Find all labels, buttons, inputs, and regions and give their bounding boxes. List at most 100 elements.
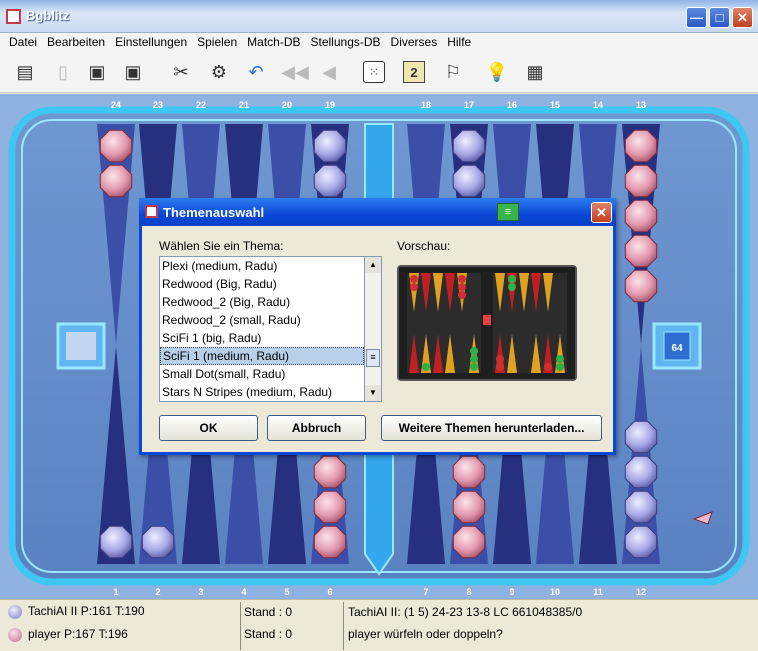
- blue-checker[interactable]: [99, 525, 133, 559]
- menu-match-db[interactable]: Match-DB: [242, 33, 305, 53]
- hint-bulb-icon[interactable]: 💡: [484, 59, 510, 85]
- blue-checker[interactable]: [624, 525, 658, 559]
- menu-einstellungen[interactable]: Einstellungen: [110, 33, 192, 53]
- point-number: 22: [196, 100, 206, 110]
- menu-stellungs-db[interactable]: Stellungs-DB: [306, 33, 386, 53]
- minimize-button[interactable]: —: [686, 7, 707, 28]
- dialog-close-button[interactable]: ✕: [591, 202, 612, 223]
- back-icon[interactable]: ◀: [316, 59, 342, 85]
- theme-list-scrollbar[interactable]: ▲ ≡ ▼: [365, 256, 382, 402]
- save-icon[interactable]: ▣: [84, 59, 110, 85]
- theme-indicator-icon: ≡: [497, 203, 519, 221]
- theme-dialog: Themenauswahl ≡ ✕ Wählen Sie ein Thema: …: [139, 198, 616, 455]
- point-number: 10: [550, 587, 560, 597]
- pink-checker[interactable]: [624, 269, 658, 303]
- point-number: 17: [464, 100, 474, 110]
- pink-checker[interactable]: [624, 199, 658, 233]
- menu-spielen[interactable]: Spielen: [192, 33, 242, 53]
- maximize-button[interactable]: □: [709, 7, 730, 28]
- point-number: 12: [636, 587, 646, 597]
- pink-checker[interactable]: [624, 129, 658, 163]
- theme-list[interactable]: Plexi (medium, Radu) Redwood (Big, Radu)…: [159, 256, 365, 402]
- point-number: 11: [593, 587, 603, 597]
- point-number: 24: [111, 100, 121, 110]
- point-number: 18: [421, 100, 431, 110]
- close-button[interactable]: ✕: [732, 7, 753, 28]
- pink-checker[interactable]: [99, 164, 133, 198]
- theme-preview-image: [397, 265, 577, 381]
- prompt-info: player würfeln oder doppeln?: [348, 627, 503, 641]
- point-number: 4: [241, 587, 246, 597]
- point-number: 23: [153, 100, 163, 110]
- point-number: 3: [198, 587, 203, 597]
- theme-list-item[interactable]: Plexi (medium, Radu): [160, 257, 364, 275]
- download-themes-button[interactable]: Weitere Themen herunterladen...: [381, 415, 602, 441]
- point-number: 20: [282, 100, 292, 110]
- menu-datei[interactable]: Datei: [4, 33, 42, 53]
- menu-diverses[interactable]: Diverses: [386, 33, 443, 53]
- scroll-up-icon[interactable]: ▲: [365, 257, 381, 273]
- dialog-app-icon: [145, 205, 158, 218]
- theme-list-item[interactable]: Redwood (Big, Radu): [160, 275, 364, 293]
- theme-list-item-selected[interactable]: SciFi 1 (medium, Radu): [160, 347, 364, 365]
- cancel-button[interactable]: Abbruch: [267, 415, 366, 441]
- pink-checker[interactable]: [452, 490, 486, 524]
- document-icon[interactable]: ▤: [12, 59, 38, 85]
- doubling-cube-icon[interactable]: 2: [403, 61, 425, 83]
- scroll-down-icon[interactable]: ▼: [365, 385, 381, 401]
- player2-checker-icon: [8, 627, 22, 642]
- blue-checker[interactable]: [452, 129, 486, 163]
- pink-checker[interactable]: [313, 455, 347, 489]
- point-number: 9: [509, 587, 514, 597]
- point-number: 19: [325, 100, 335, 110]
- ok-button[interactable]: OK: [159, 415, 258, 441]
- settings-gear-icon[interactable]: ⚙: [206, 59, 232, 85]
- menu-bearbeiten[interactable]: Bearbeiten: [42, 33, 110, 53]
- stand1: Stand : 0: [244, 605, 293, 619]
- player2-info: player P:167 T:196: [28, 627, 128, 641]
- point-number: 8: [466, 587, 471, 597]
- undo-icon[interactable]: ↶: [243, 59, 269, 85]
- pink-checker[interactable]: [452, 455, 486, 489]
- calculator-icon[interactable]: ▦: [522, 59, 548, 85]
- point-number: 2: [155, 587, 160, 597]
- pink-checker[interactable]: [313, 525, 347, 559]
- toolbar: ▤ ▯ ▣ ▣ ✂ ⚙ ↶ ◀◀ ◀ ⁙ 2 ⚐ 💡 ▦: [0, 53, 758, 93]
- theme-list-item[interactable]: Redwood_2 (Big, Radu): [160, 293, 364, 311]
- window-title-bar: Bgblitz — □ ✕: [0, 0, 758, 33]
- pink-checker[interactable]: [313, 490, 347, 524]
- dice-icon[interactable]: ⁙: [363, 61, 385, 83]
- theme-list-item[interactable]: Small Dot(small, Radu): [160, 365, 364, 383]
- tools-icon[interactable]: ✂: [168, 59, 194, 85]
- blue-checker[interactable]: [141, 525, 175, 559]
- point-number: 15: [550, 100, 560, 110]
- move-info: TachiAI II: (1 5) 24-23 13-8 LC 66104838…: [348, 605, 583, 619]
- blue-checker[interactable]: [624, 455, 658, 489]
- theme-list-item[interactable]: Redwood_2 (small, Radu): [160, 311, 364, 329]
- page-icon[interactable]: ▯: [50, 59, 76, 85]
- blue-checker[interactable]: [624, 420, 658, 454]
- blue-checker[interactable]: [452, 164, 486, 198]
- blue-checker[interactable]: [313, 129, 347, 163]
- status-divider: [240, 602, 241, 650]
- point-number: 1: [113, 587, 118, 597]
- rewind-icon[interactable]: ◀◀: [281, 59, 309, 85]
- theme-list-item[interactable]: SciFi 1 (big, Radu): [160, 329, 364, 347]
- status-divider: [343, 602, 344, 650]
- pink-checker[interactable]: [624, 164, 658, 198]
- dialog-title-bar: Themenauswahl ≡ ✕: [139, 198, 616, 226]
- scroll-thumb[interactable]: ≡: [366, 349, 380, 367]
- status-bar: TachiAI II P:161 T:190 player P:167 T:19…: [0, 599, 758, 651]
- pink-checker[interactable]: [99, 129, 133, 163]
- blue-checker[interactable]: [313, 164, 347, 198]
- theme-list-item[interactable]: Stars N Stripes (medium, Radu): [160, 383, 364, 401]
- point-number: 6: [327, 587, 332, 597]
- pink-checker[interactable]: [624, 234, 658, 268]
- save-as-icon[interactable]: ▣: [120, 59, 146, 85]
- pink-checker[interactable]: [452, 525, 486, 559]
- menu-hilfe[interactable]: Hilfe: [442, 33, 476, 53]
- choose-theme-label: Wählen Sie ein Thema:: [159, 239, 284, 253]
- preview-label: Vorschau:: [397, 239, 451, 253]
- blue-checker[interactable]: [624, 490, 658, 524]
- flag-icon[interactable]: ⚐: [440, 59, 466, 85]
